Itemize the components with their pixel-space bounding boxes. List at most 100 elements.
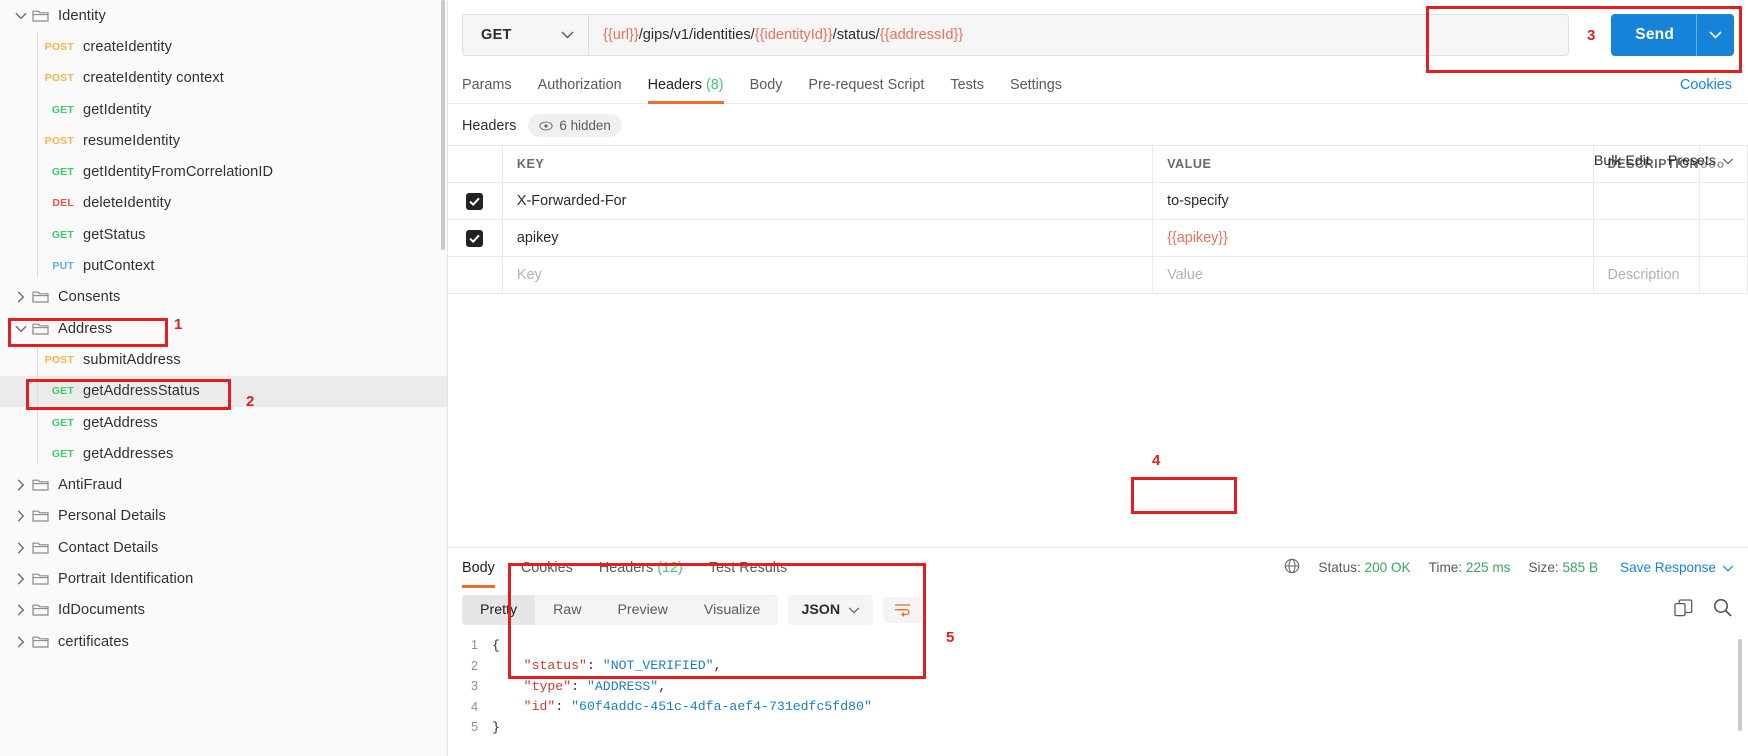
sidebar-folder-contact-details[interactable]: Contact Details bbox=[0, 532, 447, 563]
code-token: , bbox=[713, 658, 722, 674]
sidebar-request-getaddress[interactable]: GET getAddress bbox=[0, 407, 447, 438]
chevron-right-icon[interactable] bbox=[10, 510, 32, 522]
chevron-right-icon[interactable] bbox=[10, 604, 32, 616]
sidebar-request-resumeidentity[interactable]: POST resumeIdentity bbox=[0, 125, 447, 156]
hidden-headers-toggle[interactable]: 6 hidden bbox=[528, 114, 622, 137]
response-right-icons[interactable] bbox=[1674, 598, 1732, 622]
sidebar-folder-certificates[interactable]: certificates bbox=[0, 626, 447, 657]
globe-icon[interactable] bbox=[1284, 558, 1300, 577]
sidebar-folder-identity[interactable]: Identity bbox=[0, 0, 447, 31]
placeholder-options-cell[interactable] bbox=[1699, 256, 1748, 294]
send-options-chevron-icon[interactable] bbox=[1696, 14, 1734, 56]
sidebar-request-getaddresses[interactable]: GET getAddresses bbox=[0, 438, 447, 469]
url-segment: /gips/v1/identities/ bbox=[638, 27, 755, 43]
url-input[interactable]: {{url}}/gips/v1/identities/{{identityId}… bbox=[588, 14, 1569, 56]
folder-icon bbox=[32, 9, 58, 23]
header-row-options[interactable] bbox=[1699, 219, 1748, 257]
placeholder-description-cell[interactable]: Description bbox=[1593, 256, 1701, 294]
header-value-cell[interactable]: {{apikey}} bbox=[1152, 219, 1594, 257]
request-tabs[interactable]: Params Authorization Headers (8) Body Pre-req… bbox=[448, 66, 1748, 104]
chevron-right-icon[interactable] bbox=[10, 573, 32, 585]
header-key-cell[interactable]: X-Forwarded-For bbox=[502, 182, 1154, 220]
header-description-cell[interactable] bbox=[1593, 219, 1701, 257]
header-row[interactable]: X-Forwarded-For to-specify bbox=[448, 182, 1748, 220]
sidebar-folder-antifraud[interactable]: AntiFraud bbox=[0, 469, 447, 500]
code-token: } bbox=[492, 719, 500, 735]
sidebar-request-createidentity-context[interactable]: POST createIdentity context bbox=[0, 63, 447, 94]
response-scrollbar[interactable] bbox=[1738, 639, 1742, 731]
request-tab-authorization[interactable]: Authorization bbox=[538, 66, 622, 104]
headers-table-actions[interactable]: Bulk Edit Presets bbox=[1594, 153, 1734, 169]
response-format-selector[interactable]: JSON bbox=[788, 595, 874, 625]
checkbox-checked-icon[interactable] bbox=[466, 192, 484, 210]
headers-table-body[interactable]: X-Forwarded-For to-specify apikey {{apikey}… bbox=[448, 182, 1748, 294]
save-response-button[interactable]: Save Response bbox=[1620, 560, 1734, 575]
sidebar-request-getidentity[interactable]: GET getIdentity bbox=[0, 94, 447, 125]
copy-icon[interactable] bbox=[1674, 598, 1693, 622]
send-button-group[interactable]: Send bbox=[1611, 14, 1734, 56]
header-value-cell[interactable]: to-specify bbox=[1152, 182, 1594, 220]
sidebar-folder-portrait-identification[interactable]: Portrait Identification bbox=[0, 563, 447, 594]
request-method-badge: GET bbox=[51, 385, 74, 398]
placeholder-checkbox-cell[interactable] bbox=[448, 256, 503, 294]
chevron-down-icon[interactable] bbox=[10, 12, 32, 20]
sidebar-request-putcontext[interactable]: PUT putContext bbox=[0, 250, 447, 281]
chevron-right-icon[interactable] bbox=[10, 291, 32, 303]
sidebar-folder-consents[interactable]: Consents bbox=[0, 282, 447, 313]
sidebar-request-getaddressstatus[interactable]: GET getAddressStatus bbox=[0, 375, 447, 407]
http-method-selector[interactable]: GET bbox=[462, 14, 588, 56]
placeholder-value-cell[interactable]: Value bbox=[1152, 256, 1594, 294]
request-tab-body[interactable]: Body bbox=[750, 66, 783, 104]
sidebar-folder-address[interactable]: Address bbox=[0, 313, 447, 344]
response-tab-body[interactable]: Body bbox=[462, 548, 495, 588]
response-tab-headers[interactable]: Headers (12) bbox=[599, 548, 683, 588]
sidebar-request-deleteidentity[interactable]: DEL deleteIdentity bbox=[0, 188, 447, 219]
bulk-edit-button[interactable]: Bulk Edit bbox=[1594, 153, 1650, 169]
send-button[interactable]: Send bbox=[1611, 14, 1734, 56]
response-view-toolbar[interactable]: Pretty Raw Preview Visualize JSON bbox=[448, 587, 1748, 631]
chevron-right-icon[interactable] bbox=[10, 542, 32, 554]
sidebar-request-submitaddress[interactable]: POST submitAddress bbox=[0, 344, 447, 375]
response-tab-test-results[interactable]: Test Results bbox=[709, 548, 787, 588]
header-key-cell[interactable]: apikey bbox=[502, 219, 1154, 257]
request-tab-settings[interactable]: Settings bbox=[1010, 66, 1062, 104]
sidebar-folder-personal-details[interactable]: Personal Details bbox=[0, 501, 447, 532]
header-row-checkbox-cell[interactable] bbox=[448, 182, 503, 220]
sidebar-folder-iddocuments[interactable]: IdDocuments bbox=[0, 595, 447, 626]
sidebar-request-getstatus[interactable]: GET getStatus bbox=[0, 219, 447, 250]
search-icon[interactable] bbox=[1713, 598, 1732, 622]
view-mode-raw[interactable]: Raw bbox=[535, 595, 599, 625]
header-placeholder-row[interactable]: Key Value Description bbox=[448, 256, 1748, 294]
request-tab-params[interactable]: Params bbox=[462, 66, 512, 104]
header-row-options[interactable] bbox=[1699, 182, 1748, 220]
sidebar-scrollbar[interactable] bbox=[441, 0, 445, 250]
view-mode-preview[interactable]: Preview bbox=[599, 595, 685, 625]
response-tab-cookies[interactable]: Cookies bbox=[521, 548, 573, 588]
sidebar-request-getidentityfromcorrelationid[interactable]: GET getIdentityFromCorrelationID bbox=[0, 156, 447, 187]
wrap-lines-button[interactable] bbox=[883, 597, 923, 623]
request-tab-headers[interactable]: Headers (8) bbox=[647, 66, 724, 104]
request-tab-pre-request-script[interactable]: Pre-request Script bbox=[808, 66, 924, 104]
cookies-link[interactable]: Cookies bbox=[1680, 77, 1732, 93]
view-mode-pretty[interactable]: Pretty bbox=[462, 595, 536, 625]
response-view-modes[interactable]: Pretty Raw Preview Visualize bbox=[462, 595, 779, 625]
code-line: 2 "status": "NOT_VERIFIED", bbox=[448, 656, 1748, 677]
url-bar: GET {{url}}/gips/v1/identities/{{identit… bbox=[448, 0, 1748, 66]
collection-sidebar[interactable]: Identity POST createIdentity POST createIden… bbox=[0, 0, 448, 756]
checkbox-checked-icon[interactable] bbox=[466, 229, 484, 247]
chevron-down-icon[interactable] bbox=[10, 325, 32, 333]
headers-table[interactable]: KEY VALUE DESCRIPTION ooo X-Forwarded-Fo… bbox=[448, 145, 1748, 294]
chevron-right-icon[interactable] bbox=[10, 636, 32, 648]
view-mode-visualize[interactable]: Visualize bbox=[686, 595, 779, 625]
request-tab-tests[interactable]: Tests bbox=[950, 66, 984, 104]
code-text: } bbox=[492, 720, 500, 735]
placeholder-key-cell[interactable]: Key bbox=[502, 256, 1154, 294]
presets-button[interactable]: Presets bbox=[1668, 153, 1734, 169]
header-description-cell[interactable] bbox=[1593, 182, 1701, 220]
response-body-code[interactable]: 1{2 "status": "NOT_VERIFIED", 3 "type": "… bbox=[448, 631, 1748, 756]
header-row-checkbox-cell[interactable] bbox=[448, 219, 503, 257]
sidebar-request-createidentity[interactable]: POST createIdentity bbox=[0, 31, 447, 62]
chevron-right-icon[interactable] bbox=[10, 479, 32, 491]
response-tabs-bar[interactable]: Body Cookies Headers (12) Test Results Statu… bbox=[448, 547, 1748, 588]
header-row[interactable]: apikey {{apikey}} bbox=[448, 219, 1748, 257]
